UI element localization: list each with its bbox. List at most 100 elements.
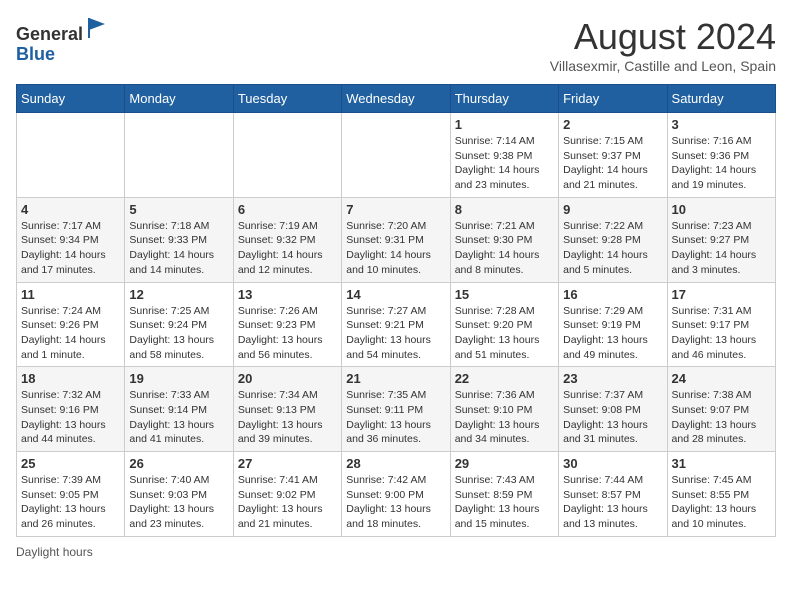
day-info: Sunrise: 7:39 AMSunset: 9:05 PMDaylight:… (21, 473, 120, 532)
logo-flag-icon (85, 16, 109, 40)
calendar-cell: 2Sunrise: 7:15 AMSunset: 9:37 PMDaylight… (559, 113, 667, 198)
day-number: 9 (563, 202, 662, 217)
calendar-cell: 4 Sunrise: 7:17 AMSunset: 9:34 PMDaylight… (17, 197, 125, 282)
day-info: Sunrise: 7:41 AMSunset: 9:02 PMDaylight:… (238, 473, 337, 532)
day-number: 30 (563, 456, 662, 471)
calendar-cell: 10 Sunrise: 7:23 AMSunset: 9:27 PMDayligh… (667, 197, 775, 282)
calendar-cell: 11 Sunrise: 7:24 AMSunset: 9:26 PMDayligh… (17, 282, 125, 367)
day-info: Sunrise: 7:35 AMSunset: 9:11 PMDaylight:… (346, 388, 445, 447)
logo-text: General (16, 16, 109, 45)
logo-general: General (16, 24, 83, 44)
day-info: Sunrise: 7:42 AMSunset: 9:00 PMDaylight:… (346, 473, 445, 532)
day-number: 4 (21, 202, 120, 217)
calendar-cell: 13Sunrise: 7:26 AMSunset: 9:23 PMDayligh… (233, 282, 341, 367)
day-number: 7 (346, 202, 445, 217)
calendar-cell: 8 Sunrise: 7:21 AMSunset: 9:30 PMDaylight… (450, 197, 558, 282)
calendar-week-row: 18Sunrise: 7:32 AMSunset: 9:16 PMDayligh… (17, 367, 776, 452)
day-info: Sunrise: 7:38 AMSunset: 9:07 PMDaylight:… (672, 388, 771, 447)
day-info: Sunrise: 7:40 AMSunset: 9:03 PMDaylight:… (129, 473, 228, 532)
calendar-week-row: 11 Sunrise: 7:24 AMSunset: 9:26 PMDayligh… (17, 282, 776, 367)
day-info: Sunrise: 7:27 AMSunset: 9:21 PMDaylight:… (346, 304, 445, 363)
calendar-week-row: 4 Sunrise: 7:17 AMSunset: 9:34 PMDaylight… (17, 197, 776, 282)
day-number: 19 (129, 371, 228, 386)
calendar-table: SundayMondayTuesdayWednesdayThursdayFrid… (16, 84, 776, 537)
day-number: 5 (129, 202, 228, 217)
calendar-cell: 22 Sunrise: 7:36 AMSunset: 9:10 PMDayligh… (450, 367, 558, 452)
calendar-cell: 28 Sunrise: 7:42 AMSunset: 9:00 PMDayligh… (342, 452, 450, 537)
day-info: Sunrise: 7:20 AMSunset: 9:31 PMDaylight:… (346, 219, 445, 278)
logo: General Blue (16, 16, 109, 65)
day-number: 16 (563, 287, 662, 302)
calendar-cell: 24 Sunrise: 7:38 AMSunset: 9:07 PMDayligh… (667, 367, 775, 452)
day-number: 26 (129, 456, 228, 471)
day-number: 17 (672, 287, 771, 302)
day-number: 6 (238, 202, 337, 217)
footer: Daylight hours (16, 545, 776, 559)
calendar-cell: 18Sunrise: 7:32 AMSunset: 9:16 PMDayligh… (17, 367, 125, 452)
calendar-cell: 20Sunrise: 7:34 AMSunset: 9:13 PMDayligh… (233, 367, 341, 452)
calendar-cell (233, 113, 341, 198)
day-number: 28 (346, 456, 445, 471)
calendar-cell: 1 Sunrise: 7:14 AMSunset: 9:38 PMDaylight… (450, 113, 558, 198)
day-number: 27 (238, 456, 337, 471)
day-info: Sunrise: 7:33 AMSunset: 9:14 PMDaylight:… (129, 388, 228, 447)
day-info: Sunrise: 7:16 AMSunset: 9:36 PMDaylight:… (672, 134, 771, 193)
day-info: Sunrise: 7:43 AMSunset: 8:59 PMDaylight:… (455, 473, 554, 532)
day-number: 8 (455, 202, 554, 217)
calendar-cell: 25 Sunrise: 7:39 AMSunset: 9:05 PMDayligh… (17, 452, 125, 537)
day-info: Sunrise: 7:25 AMSunset: 9:24 PMDaylight:… (129, 304, 228, 363)
day-info: Sunrise: 7:34 AMSunset: 9:13 PMDaylight:… (238, 388, 337, 447)
day-of-week-header: Saturday (667, 85, 775, 113)
day-info: Sunrise: 7:17 AMSunset: 9:34 PMDaylight:… (21, 219, 120, 278)
calendar-cell: 7 Sunrise: 7:20 AMSunset: 9:31 PMDaylight… (342, 197, 450, 282)
location-subtitle: Villasexmir, Castille and Leon, Spain (550, 58, 776, 74)
day-info: Sunrise: 7:19 AMSunset: 9:32 PMDaylight:… (238, 219, 337, 278)
day-of-week-header: Wednesday (342, 85, 450, 113)
calendar-body: 1 Sunrise: 7:14 AMSunset: 9:38 PMDaylight… (17, 113, 776, 537)
day-info: Sunrise: 7:18 AMSunset: 9:33 PMDaylight:… (129, 219, 228, 278)
page-header: General Blue August 2024 Villasexmir, Ca… (16, 16, 776, 74)
calendar-cell: 9 Sunrise: 7:22 AMSunset: 9:28 PMDaylight… (559, 197, 667, 282)
day-info: Sunrise: 7:14 AMSunset: 9:38 PMDaylight:… (455, 134, 554, 193)
day-number: 25 (21, 456, 120, 471)
day-number: 2 (563, 117, 662, 132)
calendar-cell: 29 Sunrise: 7:43 AMSunset: 8:59 PMDayligh… (450, 452, 558, 537)
month-title: August 2024 (550, 16, 776, 58)
day-info: Sunrise: 7:21 AMSunset: 9:30 PMDaylight:… (455, 219, 554, 278)
calendar-cell: 16 Sunrise: 7:29 AMSunset: 9:19 PMDayligh… (559, 282, 667, 367)
calendar-cell (342, 113, 450, 198)
day-info: Sunrise: 7:22 AMSunset: 9:28 PMDaylight:… (563, 219, 662, 278)
calendar-header: SundayMondayTuesdayWednesdayThursdayFrid… (17, 85, 776, 113)
calendar-cell: 19 Sunrise: 7:33 AMSunset: 9:14 PMDayligh… (125, 367, 233, 452)
calendar-cell: 23Sunrise: 7:37 AMSunset: 9:08 PMDayligh… (559, 367, 667, 452)
calendar-cell: 30Sunrise: 7:44 AMSunset: 8:57 PMDayligh… (559, 452, 667, 537)
day-number: 14 (346, 287, 445, 302)
day-info: Sunrise: 7:26 AMSunset: 9:23 PMDaylight:… (238, 304, 337, 363)
day-info: Sunrise: 7:29 AMSunset: 9:19 PMDaylight:… (563, 304, 662, 363)
day-info: Sunrise: 7:24 AMSunset: 9:26 PMDaylight:… (21, 304, 120, 363)
calendar-cell: 12 Sunrise: 7:25 AMSunset: 9:24 PMDayligh… (125, 282, 233, 367)
day-of-week-header: Sunday (17, 85, 125, 113)
day-number: 3 (672, 117, 771, 132)
day-number: 1 (455, 117, 554, 132)
day-number: 31 (672, 456, 771, 471)
day-info: Sunrise: 7:45 AMSunset: 8:55 PMDaylight:… (672, 473, 771, 532)
day-of-week-header: Tuesday (233, 85, 341, 113)
day-of-week-header: Monday (125, 85, 233, 113)
logo-blue-text: Blue (16, 45, 109, 65)
day-number: 29 (455, 456, 554, 471)
calendar-cell: 17Sunrise: 7:31 AMSunset: 9:17 PMDayligh… (667, 282, 775, 367)
day-number: 12 (129, 287, 228, 302)
day-number: 23 (563, 371, 662, 386)
calendar-week-row: 25 Sunrise: 7:39 AMSunset: 9:05 PMDayligh… (17, 452, 776, 537)
day-number: 10 (672, 202, 771, 217)
day-number: 24 (672, 371, 771, 386)
day-number: 18 (21, 371, 120, 386)
day-number: 22 (455, 371, 554, 386)
day-info: Sunrise: 7:36 AMSunset: 9:10 PMDaylight:… (455, 388, 554, 447)
calendar-cell: 5 Sunrise: 7:18 AMSunset: 9:33 PMDaylight… (125, 197, 233, 282)
day-number: 11 (21, 287, 120, 302)
calendar-cell: 14 Sunrise: 7:27 AMSunset: 9:21 PMDayligh… (342, 282, 450, 367)
day-info: Sunrise: 7:23 AMSunset: 9:27 PMDaylight:… (672, 219, 771, 278)
days-of-week-row: SundayMondayTuesdayWednesdayThursdayFrid… (17, 85, 776, 113)
